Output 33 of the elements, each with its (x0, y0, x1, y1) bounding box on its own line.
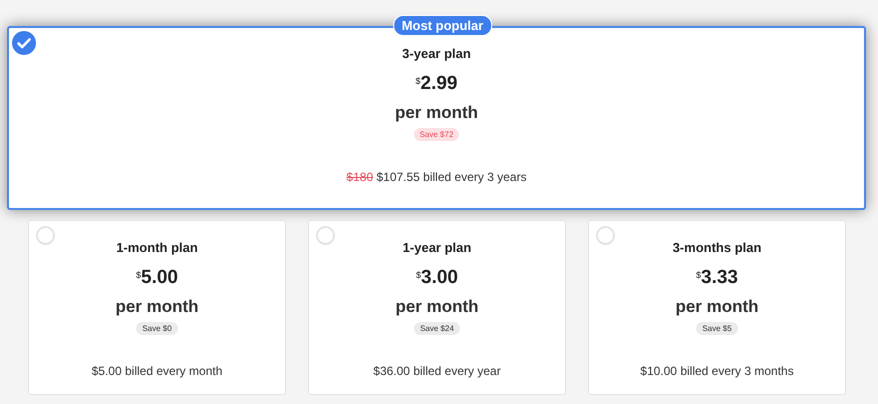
savings-tag: Save $24 (414, 322, 460, 335)
price-period: per month (115, 297, 199, 317)
savings-tag: Save $0 (136, 322, 178, 335)
plan-price: 5.00 (141, 267, 178, 289)
radio-button[interactable] (596, 226, 615, 245)
plan-card[interactable]: 1-month plan $5.00 per month Save $0 $5.00 billed every month (28, 220, 286, 395)
plan-price: 3.33 (701, 267, 738, 289)
original-price: $180 (346, 170, 374, 184)
price-period: per month (394, 103, 478, 123)
currency-symbol: $ (416, 270, 422, 280)
plan-price: 2.99 (420, 73, 458, 95)
billing-text: $107.55 billed every 3 years (376, 170, 527, 184)
price-period: per month (675, 297, 759, 317)
plan-card[interactable]: 3-months plan $3.33 per month Save $5 $10.00 billed every 3 months (588, 220, 846, 395)
radio-button[interactable] (36, 226, 55, 245)
checkmark-icon[interactable] (12, 31, 36, 55)
plan-card[interactable]: 1-year plan $3.00 per month Save $24 $36.00 billed every year (308, 220, 566, 395)
plan-title: 1-year plan (402, 240, 472, 255)
price-period: per month (395, 297, 479, 317)
currency-symbol: $ (136, 270, 142, 280)
currency-symbol: $ (696, 270, 702, 280)
plan-title: 3-year plan (402, 46, 471, 61)
currency-symbol: $ (416, 76, 421, 86)
plan-title: 3-months plan (672, 240, 762, 255)
billing-text: $36.00 billed every year (373, 364, 501, 378)
plan-price: 3.00 (421, 267, 458, 289)
radio-button[interactable] (316, 226, 335, 245)
billing-text: $10.00 billed every 3 months (640, 364, 794, 378)
savings-tag: Save $5 (696, 322, 738, 335)
savings-tag: Save $72 (414, 128, 460, 141)
plan-title: 1-month plan (116, 240, 198, 255)
popular-badge: Most popular (392, 15, 492, 36)
billing-text: $5.00 billed every month (92, 364, 222, 378)
